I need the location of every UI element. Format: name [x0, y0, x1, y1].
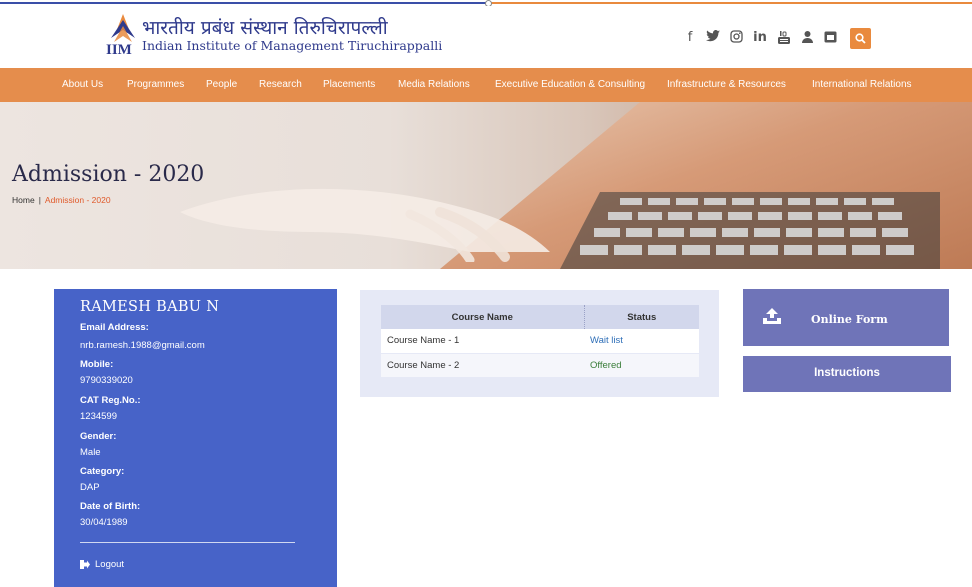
nav-media-relations[interactable]: Media Relations — [398, 79, 470, 90]
nav-programmes[interactable]: Programmes — [127, 79, 184, 90]
logo-iim-text: IIM — [106, 42, 132, 58]
course-status-table: Course Name Status Course Name - 1 Wait … — [381, 305, 699, 378]
logout-icon — [80, 560, 90, 569]
table-row: Course Name - 2 Offered — [381, 353, 699, 378]
calendar-icon[interactable] — [823, 30, 837, 46]
online-form-button[interactable]: Online Form — [743, 289, 949, 346]
online-form-label: Online Form — [811, 313, 888, 326]
applicant-name: RAMESH BABU N — [80, 299, 220, 315]
nav-executive-education[interactable]: Executive Education & Consulting — [495, 79, 645, 90]
logout-link[interactable]: Logout — [80, 559, 124, 570]
keyboard-illustration — [560, 192, 940, 269]
gender-value: Male — [80, 447, 101, 458]
dob-label: Date of Birth: — [80, 501, 141, 512]
table-row: Course Name - 1 Wait list — [381, 329, 699, 354]
linkedin-icon[interactable]: in — [752, 30, 768, 46]
course-status-cell: Wait list — [584, 329, 699, 354]
mobile-label: Mobile: — [80, 359, 114, 370]
search-icon — [855, 32, 866, 44]
logout-label: Logout — [95, 559, 125, 570]
user-icon[interactable] — [800, 30, 814, 46]
site-header: IIM भारतीय प्रबंध संस्थान तिरुचिरापल्ली … — [0, 6, 972, 68]
email-label: Email Address: — [80, 322, 149, 333]
nav-infrastructure[interactable]: Infrastructure & Resources — [667, 79, 786, 90]
cat-reg-value: 1234599 — [80, 411, 117, 422]
nav-placements[interactable]: Placements — [323, 79, 375, 90]
page-title: Admission - 2020 — [12, 162, 205, 187]
upload-icon — [763, 308, 781, 324]
status-header: Status — [584, 305, 699, 329]
breadcrumb-current: Admission - 2020 — [44, 195, 111, 205]
gender-label: Gender: — [80, 431, 117, 442]
youtube-icon[interactable] — [777, 30, 791, 46]
course-status-cell: Offered — [584, 353, 699, 378]
nav-international-relations[interactable]: International Relations — [812, 79, 912, 90]
table-header-row: Course Name Status — [381, 305, 699, 329]
facebook-icon[interactable]: f — [683, 30, 697, 46]
accent-line-blue — [0, 2, 490, 4]
twitter-icon[interactable] — [706, 30, 720, 46]
social-links: f in — [683, 27, 871, 49]
breadcrumb-home-link[interactable]: Home — [12, 195, 35, 205]
page-banner: Admission - 2020 Home | Admission - 2020 — [0, 102, 972, 269]
nav-research[interactable]: Research — [259, 79, 302, 90]
institute-name-english: Indian Institute of Management Tiruchira… — [142, 38, 443, 53]
course-name-header: Course Name — [381, 305, 585, 329]
course-status-panel: Course Name Status Course Name - 1 Wait … — [360, 290, 719, 397]
breadcrumb: Home | Admission - 2020 — [12, 195, 111, 205]
course-name-cell: Course Name - 1 — [381, 329, 584, 354]
institute-logo[interactable]: IIM भारतीय प्रबंध संस्थान तिरुचिरापल्ली … — [106, 12, 442, 62]
mobile-value: 9790339020 — [80, 375, 133, 386]
nav-about-us[interactable]: About Us — [62, 79, 103, 90]
main-navigation: About Us Programmes People Research Plac… — [0, 68, 972, 102]
search-button[interactable] — [850, 27, 871, 49]
institute-name-hindi: भारतीय प्रबंध संस्थान तिरुचिरापल्ली — [142, 17, 388, 39]
accent-line-orange — [490, 2, 972, 4]
dob-value: 30/04/1989 — [80, 517, 128, 528]
profile-divider — [80, 542, 295, 543]
course-name-cell: Course Name - 2 — [381, 353, 584, 378]
instagram-icon[interactable] — [729, 30, 743, 46]
category-label: Category: — [80, 466, 125, 477]
instructions-button[interactable]: Instructions — [743, 356, 951, 392]
instructions-label: Instructions — [814, 367, 880, 379]
email-value: nrb.ramesh.1988@gmail.com — [80, 340, 205, 351]
nav-people[interactable]: People — [206, 79, 237, 90]
cat-reg-label: CAT Reg.No.: — [80, 395, 141, 406]
breadcrumb-separator: | — [38, 195, 41, 205]
category-value: DAP — [80, 482, 100, 493]
applicant-profile-card: RAMESH BABU N Email Address: nrb.ramesh.… — [54, 289, 337, 587]
